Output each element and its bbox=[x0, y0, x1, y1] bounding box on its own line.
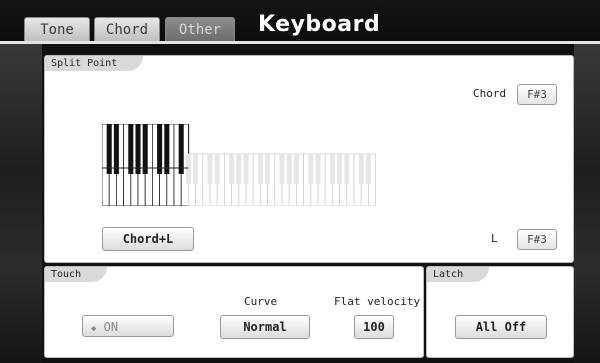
latch-all-off-button[interactable]: All Off bbox=[455, 315, 547, 339]
black-key bbox=[344, 154, 350, 184]
tab-chord[interactable]: Chord bbox=[94, 17, 160, 42]
keyboard-keys bbox=[102, 124, 376, 206]
curve-label: Curve bbox=[244, 295, 278, 308]
tab-other[interactable]: Other bbox=[165, 17, 235, 42]
chord-split-label: Chord bbox=[473, 87, 507, 100]
latch-panel: Latch All Off bbox=[426, 266, 574, 358]
black-key bbox=[185, 154, 191, 184]
black-key bbox=[214, 154, 220, 184]
flat-velocity-label: Flat velocity bbox=[334, 295, 421, 308]
black-key bbox=[193, 154, 199, 184]
on-indicator-icon: ◆ bbox=[91, 324, 97, 334]
black-key bbox=[207, 154, 213, 184]
touch-on-button[interactable]: ◆ ON bbox=[82, 315, 174, 337]
black-key bbox=[308, 154, 314, 184]
keyboard-screen: Tone Chord Other Keyboard Split Point Ch… bbox=[0, 0, 600, 363]
black-key bbox=[365, 154, 371, 184]
black-key bbox=[157, 124, 163, 174]
page-title: Keyboard bbox=[258, 12, 381, 37]
black-key bbox=[128, 124, 134, 174]
black-key bbox=[337, 154, 343, 184]
black-key bbox=[265, 154, 271, 184]
touch-on-label: ON bbox=[103, 320, 119, 334]
left-frame bbox=[0, 40, 42, 363]
black-key bbox=[113, 124, 119, 174]
l-split-button[interactable]: F#3 bbox=[517, 229, 557, 250]
black-key bbox=[236, 154, 242, 184]
touch-panel: Touch ◆ ON Curve Normal Flat velocity 10… bbox=[44, 266, 424, 358]
black-key bbox=[164, 124, 170, 174]
black-key bbox=[243, 154, 249, 184]
black-key bbox=[178, 124, 184, 174]
l-split-label: L bbox=[491, 232, 498, 245]
header-divider bbox=[0, 41, 600, 44]
black-key bbox=[229, 154, 235, 184]
keyboard-graphic[interactable] bbox=[102, 124, 378, 206]
black-key bbox=[315, 154, 321, 184]
header-bar: Tone Chord Other Keyboard bbox=[0, 0, 600, 44]
curve-button[interactable]: Normal bbox=[220, 315, 310, 339]
latch-label: Latch bbox=[427, 267, 490, 282]
chord-l-button[interactable]: Chord+L bbox=[102, 227, 194, 251]
black-key bbox=[135, 124, 141, 174]
black-key bbox=[293, 154, 299, 184]
touch-label: Touch bbox=[45, 267, 108, 282]
black-key bbox=[279, 154, 285, 184]
tab-tone[interactable]: Tone bbox=[24, 17, 90, 42]
black-key bbox=[142, 124, 148, 174]
black-key bbox=[106, 124, 112, 174]
flat-velocity-button[interactable]: 100 bbox=[354, 315, 394, 339]
split-point-label: Split Point bbox=[45, 56, 144, 71]
right-frame bbox=[574, 40, 600, 363]
black-key bbox=[329, 154, 335, 184]
black-key bbox=[358, 154, 364, 184]
chord-split-button[interactable]: F#3 bbox=[517, 84, 557, 105]
black-key bbox=[257, 154, 263, 184]
black-key bbox=[286, 154, 292, 184]
